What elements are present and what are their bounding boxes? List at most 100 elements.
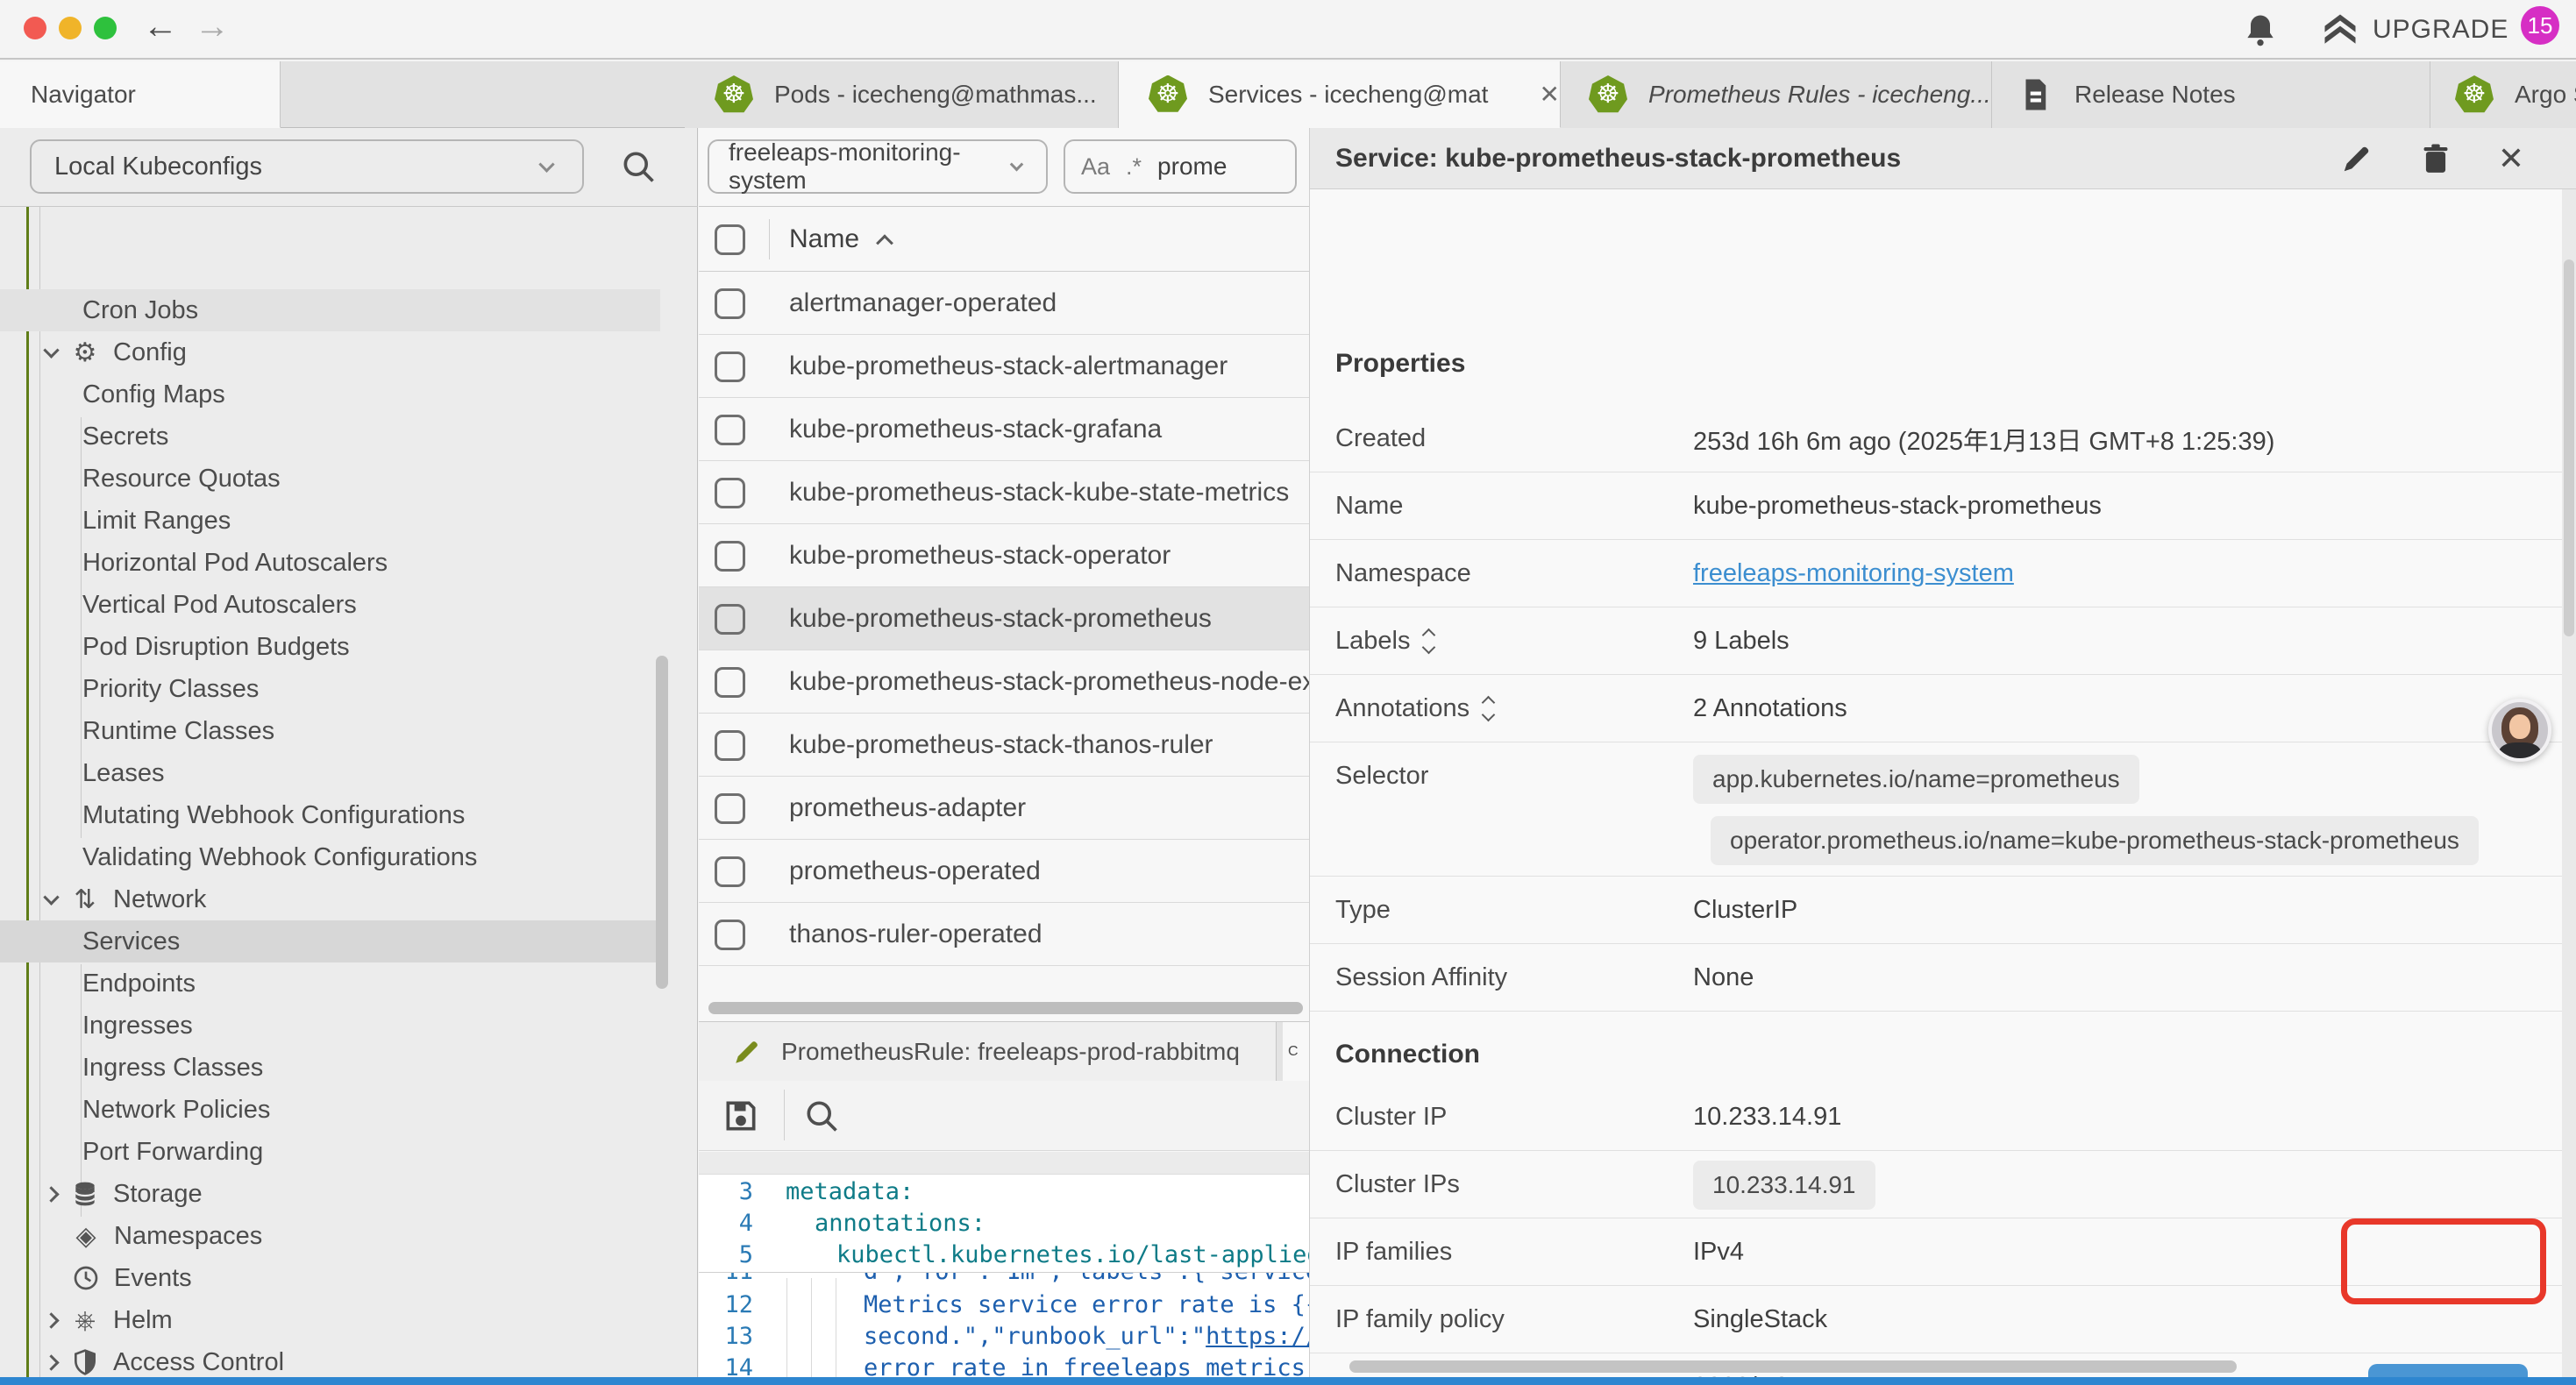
sidebar-group-helm[interactable]: ⎈Helm — [0, 1299, 660, 1341]
row-checkbox[interactable] — [715, 667, 745, 698]
navigator-sidebar: Local Kubeconfigs Cron Jobs ⚙Config Conf… — [0, 128, 698, 1377]
sidebar-item-validating-webhook-configurations[interactable]: Validating Webhook Configurations — [0, 836, 660, 878]
tab-prometheus-rules[interactable]: ☸ Prometheus Rules - icecheng... — [1561, 61, 1992, 128]
yaml-editor[interactable]: 3 metadata: 4 annotations: 5 kubectl.kub… — [699, 1175, 1309, 1377]
row-checkbox[interactable] — [715, 288, 745, 319]
sidebar-item-limit-ranges[interactable]: Limit Ranges — [0, 500, 660, 542]
sidebar-item-runtime-classes[interactable]: Runtime Classes — [0, 710, 660, 752]
sidebar-group-storage[interactable]: Storage — [0, 1173, 660, 1215]
sidebar-item-port-forwarding[interactable]: Port Forwarding — [0, 1131, 660, 1173]
document-icon — [2017, 76, 2053, 113]
table-row[interactable]: kube-prometheus-stack-kube-state-metrics — [699, 461, 1309, 524]
sidebar-item-events[interactable]: Events — [0, 1257, 660, 1299]
search-icon[interactable] — [619, 147, 658, 186]
tab-bar: Navigator ☸ Pods - icecheng@mathmas... ☸… — [0, 61, 2576, 128]
sidebar-group-network[interactable]: ⇅Network — [0, 878, 660, 920]
sidebar-item-services[interactable]: Services — [0, 920, 660, 962]
row-checkbox[interactable] — [715, 920, 745, 950]
table-row[interactable]: kube-prometheus-stack-operator — [699, 524, 1309, 587]
sidebar-item-config-maps[interactable]: Config Maps — [0, 373, 660, 416]
tab-services[interactable]: ☸ Services - icecheng@math... ✕ — [1119, 61, 1561, 128]
chevron-right-icon — [43, 1186, 59, 1202]
code-line: 14 error rate in freeleaps metrics ser — [699, 1354, 1309, 1377]
sidebar-item-ingress-classes[interactable]: Ingress Classes — [0, 1047, 660, 1089]
sidebar-item-secrets[interactable]: Secrets — [0, 416, 660, 458]
sidebar-group-access-control[interactable]: Access Control — [0, 1341, 660, 1377]
row-checkbox[interactable] — [715, 541, 745, 572]
namespace-select[interactable]: freeleaps-monitoring-system — [708, 139, 1048, 194]
sidebar-item-namespaces[interactable]: ◈Namespaces — [0, 1215, 660, 1257]
save-icon[interactable] — [722, 1097, 760, 1135]
close-window-button[interactable] — [24, 17, 46, 39]
sidebar-item-leases[interactable]: Leases — [0, 752, 660, 794]
kubeconfig-row: Local Kubeconfigs — [0, 128, 698, 207]
row-checkbox[interactable] — [715, 352, 745, 382]
close-panel-icon[interactable]: ✕ — [2498, 141, 2524, 177]
sidebar-group-config[interactable]: ⚙Config — [0, 331, 660, 373]
table-row[interactable]: kube-prometheus-stack-alertmanager — [699, 335, 1309, 398]
detail-horizontal-scrollbar[interactable] — [1349, 1360, 2237, 1373]
sidebar-item-network-policies[interactable]: Network Policies — [0, 1089, 660, 1131]
sidebar-item-pod-disruption-budgets[interactable]: Pod Disruption Budgets — [0, 626, 660, 668]
unfold-icon[interactable] — [1424, 630, 1434, 652]
list-search-input[interactable]: Aa .* prome — [1064, 139, 1297, 194]
cluster-ip-badge: 10.233.14.91 — [1693, 1161, 1875, 1210]
maximize-window-button[interactable] — [94, 17, 117, 39]
avatar[interactable] — [2488, 699, 2551, 762]
table-row[interactable]: kube-prometheus-stack-thanos-ruler — [699, 714, 1309, 777]
namespace-link[interactable]: freeleaps-monitoring-system — [1693, 540, 2014, 607]
row-checkbox[interactable] — [715, 730, 745, 761]
edit-pencil-icon[interactable] — [2340, 142, 2373, 175]
table-horizontal-scrollbar[interactable] — [708, 1002, 1303, 1014]
detail-row-selector: Selector app.kubernetes.io/name=promethe… — [1310, 742, 2576, 877]
tab-argo[interactable]: ☸ Argo Se — [2430, 61, 2576, 128]
code-line: 4 annotations: — [699, 1210, 1309, 1241]
sidebar-item-ingresses[interactable]: Ingresses — [0, 1005, 660, 1047]
row-checkbox[interactable] — [715, 478, 745, 508]
close-tab-icon[interactable]: ✕ — [1540, 80, 1560, 109]
editor-tab-prometheusrule[interactable]: PrometheusRule: freeleaps-prod-rabbitmq — [699, 1022, 1277, 1082]
search-icon[interactable] — [802, 1097, 841, 1135]
detail-vertical-scrollbar[interactable] — [2562, 189, 2576, 1377]
table-row[interactable]: kube-prometheus-stack-prometheus-node-ex… — [699, 650, 1309, 714]
forward-arrow-icon[interactable]: → — [195, 9, 230, 44]
sidebar-item-resource-quotas[interactable]: Resource Quotas — [0, 458, 660, 500]
name-column-header[interactable]: Name — [789, 207, 891, 272]
regex-toggle[interactable]: .* — [1126, 153, 1142, 181]
row-checkbox[interactable] — [715, 856, 745, 887]
row-checkbox[interactable] — [715, 415, 745, 445]
chevron-down-icon — [43, 889, 59, 905]
selector-badge: app.kubernetes.io/name=prometheus — [1693, 755, 2139, 804]
sidebar-item-horizontal-pod-autoscalers[interactable]: Horizontal Pod Autoscalers — [0, 542, 660, 584]
table-row-selected[interactable]: kube-prometheus-stack-prometheus — [699, 587, 1309, 650]
sidebar-item-cron-jobs[interactable]: Cron Jobs — [0, 289, 660, 331]
unfold-icon[interactable] — [1484, 698, 1493, 720]
sidebar-item-endpoints[interactable]: Endpoints — [0, 962, 660, 1005]
notifications-bell-icon[interactable] — [2241, 11, 2280, 49]
delete-trash-icon[interactable] — [2419, 142, 2452, 175]
match-case-toggle[interactable]: Aa — [1081, 153, 1110, 181]
runbook-url-link[interactable]: https://net — [1206, 1323, 1309, 1350]
row-checkbox[interactable] — [715, 604, 745, 635]
table-row[interactable]: prometheus-operated — [699, 840, 1309, 903]
table-row[interactable]: alertmanager-operated — [699, 272, 1309, 335]
tab-pods[interactable]: ☸ Pods - icecheng@mathmas... — [685, 61, 1119, 128]
sidebar-item-priority-classes[interactable]: Priority Classes — [0, 668, 660, 710]
sidebar-scrollbar[interactable] — [656, 656, 668, 989]
editor-tab-partial[interactable]: C — [1283, 1022, 1309, 1082]
notification-count-badge[interactable]: 15 — [2521, 6, 2559, 45]
tab-navigator[interactable]: Navigator — [0, 61, 281, 128]
sidebar-item-mutating-webhook-configurations[interactable]: Mutating Webhook Configurations — [0, 794, 660, 836]
sidebar-item-vertical-pod-autoscalers[interactable]: Vertical Pod Autoscalers — [0, 584, 660, 626]
upgrade-button[interactable]: UPGRADE — [2322, 12, 2508, 47]
gear-icon: ⚙ — [69, 337, 101, 368]
tab-release-notes[interactable]: Release Notes — [1992, 61, 2430, 128]
table-row[interactable]: kube-prometheus-stack-grafana — [699, 398, 1309, 461]
table-row[interactable]: prometheus-adapter — [699, 777, 1309, 840]
kubeconfig-select[interactable]: Local Kubeconfigs — [30, 139, 584, 194]
row-checkbox[interactable] — [715, 793, 745, 824]
table-row[interactable]: thanos-ruler-operated — [699, 903, 1309, 966]
back-arrow-icon[interactable]: ← — [143, 9, 178, 44]
minimize-window-button[interactable] — [59, 17, 82, 39]
select-all-checkbox[interactable] — [715, 224, 745, 255]
